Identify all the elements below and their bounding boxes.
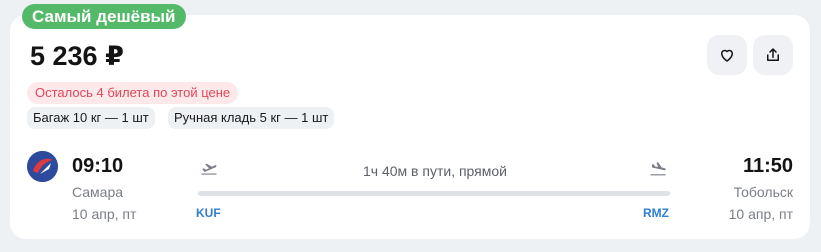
favorite-button[interactable] (707, 35, 747, 75)
share-button[interactable] (753, 35, 793, 75)
share-icon (767, 48, 779, 61)
departure-time: 09:10 (72, 155, 124, 177)
airline-logo (27, 151, 58, 182)
landing-icon (650, 162, 666, 176)
departure-airport-code: KUF (196, 206, 221, 220)
arrival-time: 11:50 (742, 155, 793, 177)
flight-card[interactable]: 5 236 ₽ Осталось 4 билета по этой цене Б… (10, 15, 810, 239)
route-line (198, 191, 670, 196)
baggage-chip: Багаж 10 кг — 1 шт (27, 107, 155, 129)
hand-luggage-chip: Ручная кладь 5 кг — 1 шт (168, 107, 335, 129)
arrival-date: 10 апр, пт (728, 206, 793, 222)
ticket-price: 5 236 ₽ (30, 41, 124, 71)
cheapest-badge: Самый дешёвый (22, 4, 186, 29)
arrival-city: Тобольск (733, 184, 793, 200)
tickets-left-notice: Осталось 4 билета по этой цене (27, 82, 239, 104)
departure-city: Самара (72, 184, 124, 200)
departure-date: 10 апр, пт (72, 206, 137, 222)
heart-icon (721, 49, 733, 62)
arrival-airport-code: RMZ (643, 206, 669, 220)
flight-duration: 1ч 40м в пути, прямой (363, 163, 507, 179)
